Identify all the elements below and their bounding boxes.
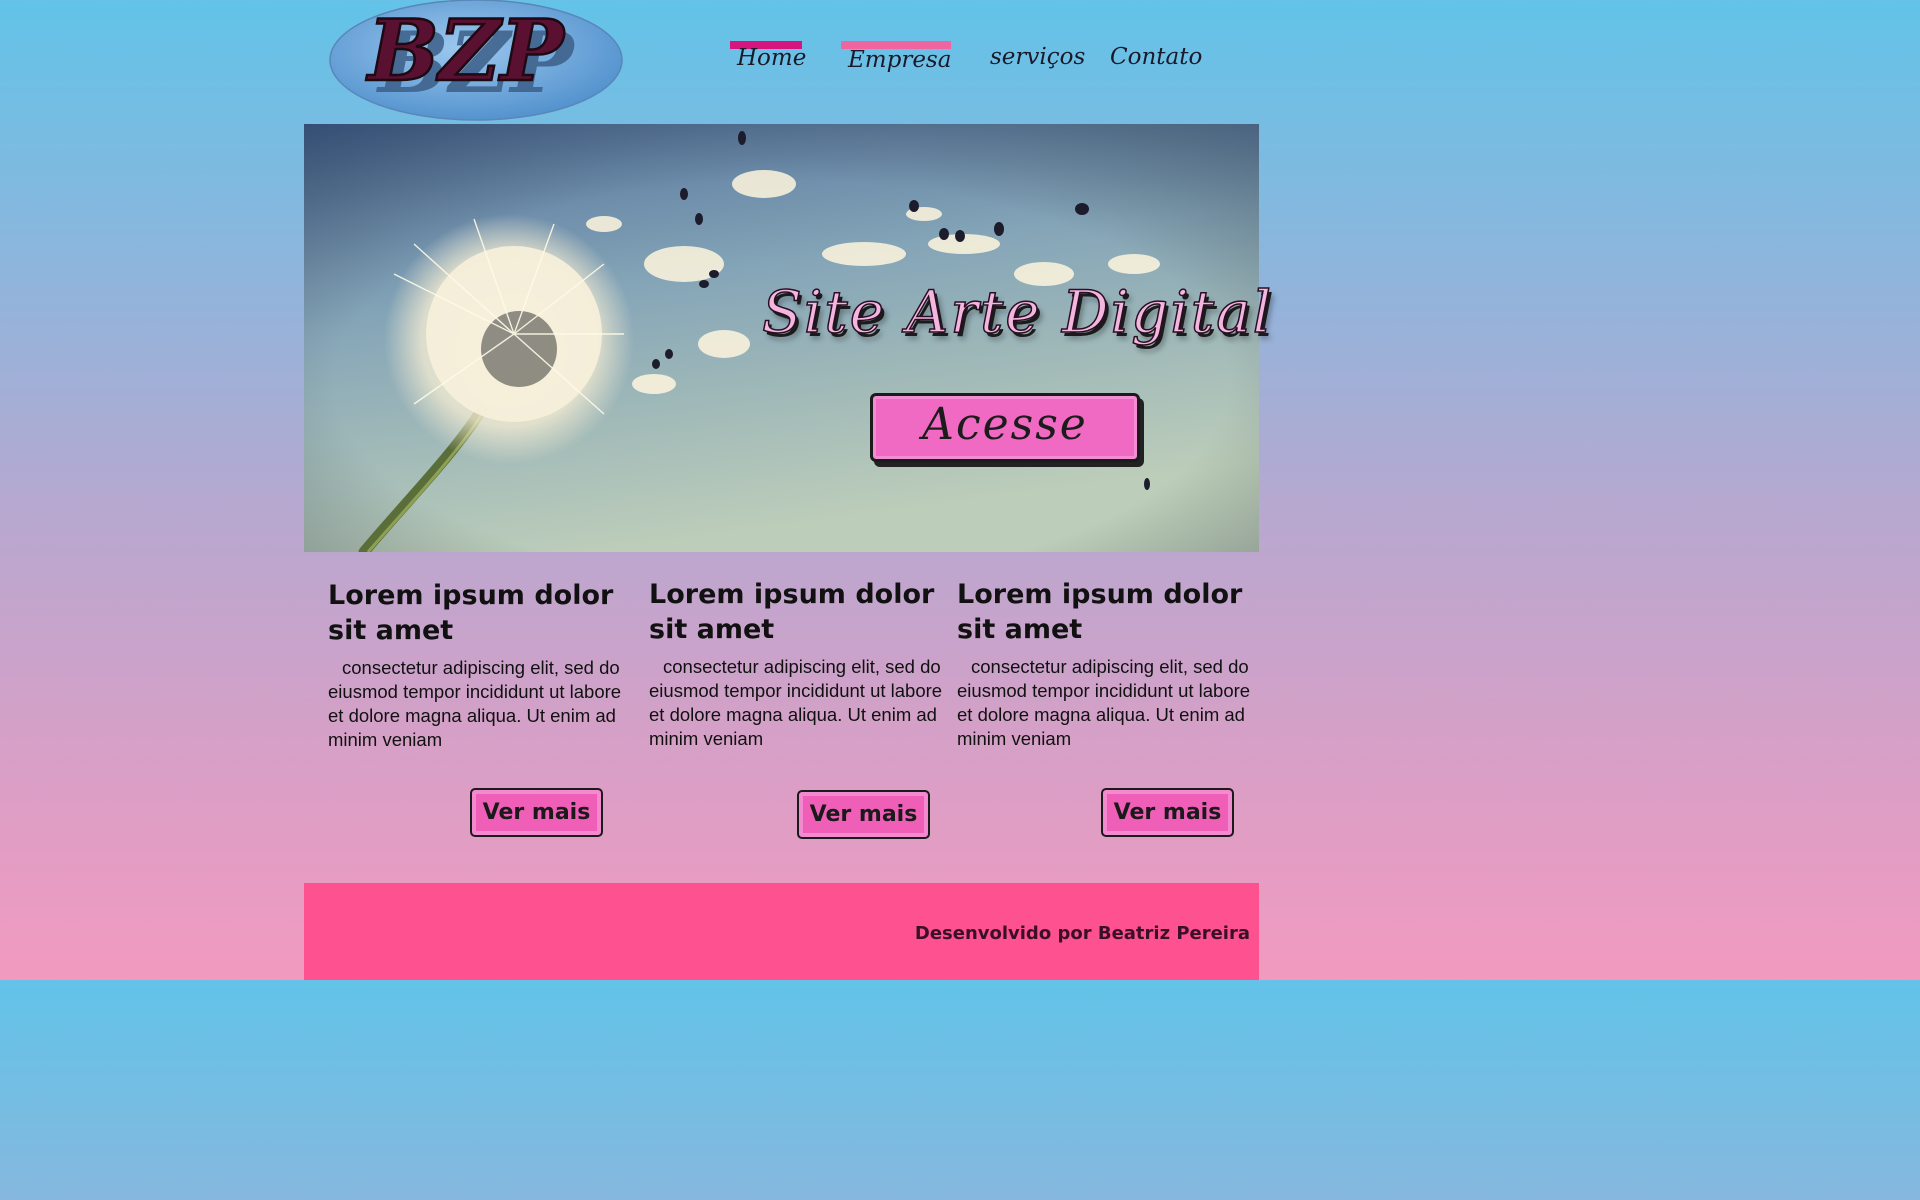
card-title: Lorem ipsum dolor sit amet [328, 580, 614, 646]
card-body: consectetur adipiscing elit, sed do eius… [649, 656, 943, 749]
card-title: Lorem ipsum dolor sit amet [649, 579, 935, 645]
nav-item-contato[interactable]: Contato [1110, 44, 1202, 70]
footer-credit: Desenvolvido por Beatriz Pereira [914, 923, 1250, 944]
logo-lettering: BZP [366, 1, 566, 100]
ver-mais-button-3[interactable]: Ver mais [1101, 788, 1234, 837]
nav-item-servicos[interactable]: serviços [990, 44, 1085, 70]
hero-title: Site Arte Digital [761, 277, 1274, 347]
nav-item-empresa[interactable]: Empresa [848, 47, 951, 73]
site-logo[interactable]: BZP BZP [328, 0, 624, 122]
feature-card-1: Lorem ipsum dolor sit amet consectetur a… [328, 578, 628, 752]
acesse-button[interactable]: Acesse [870, 393, 1140, 462]
feature-card-3: Lorem ipsum dolor sit amet consectetur a… [957, 577, 1252, 751]
card-title: Lorem ipsum dolor sit amet [957, 579, 1243, 645]
card-body: consectetur adipiscing elit, sed do eius… [328, 657, 622, 750]
ver-mais-button-2[interactable]: Ver mais [797, 790, 930, 839]
ver-mais-button-1[interactable]: Ver mais [470, 788, 603, 837]
card-body: consectetur adipiscing elit, sed do eius… [957, 656, 1251, 749]
feature-card-2: Lorem ipsum dolor sit amet consectetur a… [649, 577, 944, 751]
nav-item-home[interactable]: Home [737, 45, 806, 71]
site-footer: Desenvolvido por Beatriz Pereira [304, 883, 1259, 980]
